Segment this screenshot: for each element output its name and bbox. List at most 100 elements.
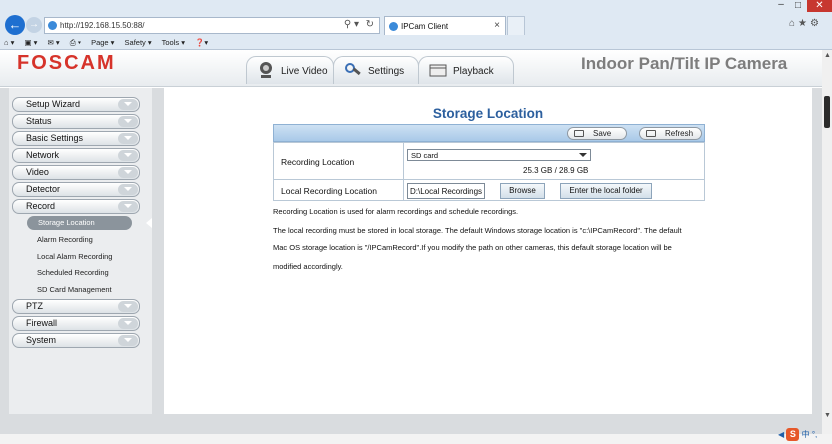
form-toolbar: Save Refresh xyxy=(273,124,705,142)
submenu-local-alarm-recording[interactable]: Local Alarm Recording xyxy=(37,252,112,261)
filmstrip-icon xyxy=(429,64,447,77)
home-star-gear-icons[interactable]: ⌂★⚙ xyxy=(789,18,822,29)
help-icon[interactable]: ❓▾ xyxy=(195,38,208,47)
note-local-storage-2: Mac OS storage location is "/IPCamRecord… xyxy=(273,243,672,252)
punctuation-icon[interactable]: °, xyxy=(812,430,817,439)
refresh-arrow-icon xyxy=(646,130,656,137)
menu-network[interactable]: Network xyxy=(12,148,140,163)
refresh-button[interactable]: Refresh xyxy=(639,127,702,140)
foscam-logo: FOSCAM xyxy=(17,52,116,74)
cmd-safety[interactable]: Safety ▾ xyxy=(125,38,152,47)
menu-label: Network xyxy=(26,150,60,160)
chevron-down-icon xyxy=(118,99,138,110)
recording-location-label: Recording Location xyxy=(281,157,355,167)
forward-arrow-icon[interactable]: → xyxy=(26,17,42,33)
save-button[interactable]: Save xyxy=(567,127,627,140)
local-recording-label: Local Recording Location xyxy=(281,186,377,196)
menu-record[interactable]: Record xyxy=(12,199,140,214)
print-icon[interactable]: ⎙ ▾ xyxy=(70,38,81,47)
command-bar: ⌂ ▾ ▣ ▾ ✉ ▾ ⎙ ▾ Page ▾ Safety ▾ Tools ▾ … xyxy=(4,38,216,48)
submenu-scheduled-recording[interactable]: Scheduled Recording xyxy=(37,268,109,277)
scroll-up-icon[interactable]: ▲ xyxy=(824,52,831,59)
cmd-tools[interactable]: Tools ▾ xyxy=(162,38,185,47)
menu-label: Status xyxy=(26,116,52,126)
webcam-icon xyxy=(260,62,272,78)
new-tab-button[interactable] xyxy=(507,16,525,35)
submenu-storage-location[interactable]: Storage Location xyxy=(27,216,132,230)
tab-settings-label: Settings xyxy=(368,66,405,77)
menu-label: Video xyxy=(26,167,49,177)
menu-system[interactable]: System xyxy=(12,333,140,348)
address-text: http://192.168.15.50:88/ xyxy=(60,21,145,30)
menu-setup-wizard[interactable]: Setup Wizard xyxy=(12,97,140,112)
menu-status[interactable]: Status xyxy=(12,114,140,129)
home-icon[interactable]: ⌂ ▾ xyxy=(4,38,14,47)
tab-favicon-icon xyxy=(389,22,398,31)
recording-location-select[interactable]: SD card xyxy=(407,149,591,161)
submenu-label: Storage Location xyxy=(38,218,95,227)
address-bar[interactable]: http://192.168.15.50:88/ ⚲ ▾ ↻ xyxy=(44,17,380,34)
page-title: Storage Location xyxy=(432,106,544,121)
wrench-gear-icon xyxy=(345,63,361,76)
mail-icon[interactable]: ✉ ▾ xyxy=(48,38,60,47)
local-recording-cell: Local Recording Location xyxy=(274,179,404,201)
chevron-down-icon xyxy=(118,201,138,212)
submenu-sd-card-management[interactable]: SD Card Management xyxy=(37,285,112,294)
storage-capacity: 25.3 GB / 28.9 GB xyxy=(523,166,589,175)
chevron-down-icon xyxy=(118,150,138,161)
menu-label: Firewall xyxy=(26,318,58,328)
submenu-alarm-recording[interactable]: Alarm Recording xyxy=(37,235,93,244)
menu-label: System xyxy=(26,335,57,345)
ime-mode-label[interactable]: 中 xyxy=(802,430,810,439)
menu-firewall[interactable]: Firewall xyxy=(12,316,140,331)
scroll-down-icon[interactable]: ▼ xyxy=(824,412,831,419)
tab-playback-label: Playback xyxy=(453,66,494,77)
chevron-down-icon xyxy=(118,335,138,346)
maximize-icon[interactable]: □ xyxy=(791,0,805,12)
save-icon xyxy=(574,130,584,137)
menu-basic-settings[interactable]: Basic Settings xyxy=(12,131,140,146)
chevron-down-icon xyxy=(579,153,587,157)
browser-tab[interactable]: IPCam Client × xyxy=(384,16,506,35)
note-local-storage-3: modified accordingly. xyxy=(273,262,343,271)
menu-label: PTZ xyxy=(26,301,43,311)
refresh-icon[interactable]: ↻ xyxy=(366,19,374,30)
local-recording-path-input[interactable] xyxy=(407,183,485,199)
back-arrow-icon[interactable]: ← xyxy=(5,15,25,35)
menu-label: Setup Wizard xyxy=(26,99,81,109)
feeds-icon[interactable]: ▣ ▾ xyxy=(24,38,37,47)
select-value: SD card xyxy=(411,151,439,160)
minimize-icon[interactable]: – xyxy=(774,0,788,12)
cmd-page[interactable]: Page ▾ xyxy=(91,38,114,47)
app-header: FOSCAM Live Video Settings Playback Indo… xyxy=(0,50,822,87)
tray-arrow-icon[interactable]: ◀ xyxy=(778,430,786,439)
product-title: Indoor Pan/Tilt IP Camera xyxy=(581,54,788,73)
chevron-down-icon xyxy=(118,167,138,178)
menu-detector[interactable]: Detector xyxy=(12,182,140,197)
menu-ptz[interactable]: PTZ xyxy=(12,299,140,314)
browse-button[interactable]: Browse xyxy=(500,183,545,199)
chevron-down-icon xyxy=(118,116,138,127)
refresh-label: Refresh xyxy=(665,129,694,138)
close-tab-icon[interactable]: × xyxy=(494,20,500,31)
tab-settings[interactable]: Settings xyxy=(333,56,419,84)
chevron-down-icon xyxy=(118,184,138,195)
chevron-down-icon xyxy=(118,318,138,329)
close-window-icon[interactable]: ✕ xyxy=(807,0,832,12)
recording-location-cell: Recording Location xyxy=(274,143,404,179)
note-local-storage-1: The local recording must be stored in lo… xyxy=(273,226,682,235)
globe-icon xyxy=(48,21,57,30)
tab-live-video[interactable]: Live Video xyxy=(246,56,334,84)
enter-local-folder-button[interactable]: Enter the local folder xyxy=(560,183,652,199)
menu-label: Basic Settings xyxy=(26,133,84,143)
system-tray: ◀ S 中 °, xyxy=(778,428,817,441)
search-icon[interactable]: ⚲ ▾ xyxy=(344,19,359,30)
menu-label: Record xyxy=(26,201,56,211)
save-label: Save xyxy=(593,129,612,138)
menu-video[interactable]: Video xyxy=(12,165,140,180)
tab-playback[interactable]: Playback xyxy=(418,56,514,84)
scroll-thumb[interactable] xyxy=(824,96,830,128)
sogou-ime-icon[interactable]: S xyxy=(786,428,800,441)
status-bar xyxy=(0,434,832,444)
tab-title: IPCam Client xyxy=(401,22,449,31)
